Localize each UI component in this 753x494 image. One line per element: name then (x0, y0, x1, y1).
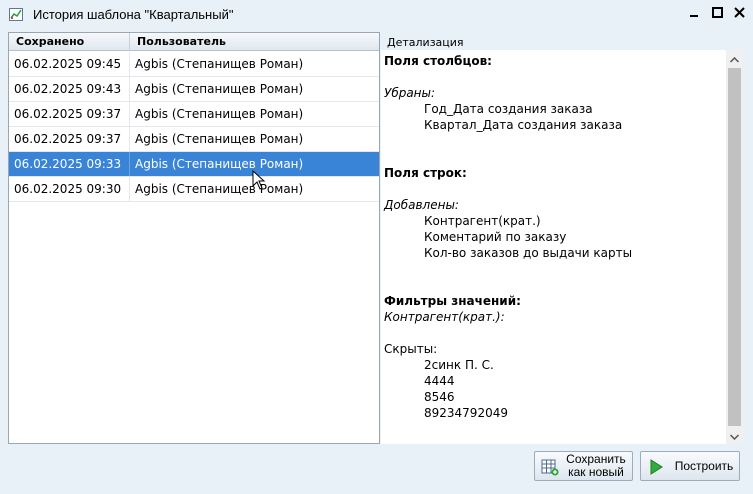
user-cell: Agbis (Степанищев Роман) (135, 107, 304, 121)
saved-cell: 06.02.2025 09:43 (9, 77, 130, 101)
saved-cell: 06.02.2025 09:33 (9, 152, 130, 176)
scroll-thumb[interactable] (728, 68, 741, 426)
grid-header: Сохранено Пользователь (9, 33, 379, 51)
table-row[interactable]: 06.02.2025 09:37 Agbis (Степанищев Роман) (9, 102, 379, 127)
history-grid[interactable]: Сохранено Пользователь 06.02.2025 09:45 A… (8, 32, 380, 444)
table-row[interactable]: 06.02.2025 09:33 Agbis (Степанищев Роман) (9, 152, 379, 177)
columns-heading: Поля столбцов: (384, 54, 492, 68)
hidden-label: Скрыты: (384, 342, 438, 356)
filters-heading: Фильтры значений: (384, 294, 521, 308)
filter-field: Контрагент(крат.): (384, 310, 505, 324)
chart-icon (9, 8, 23, 21)
added-item: Кол-во заказов до выдачи карты (424, 246, 633, 260)
removed-label: Убраны: (384, 86, 436, 100)
saved-cell: 06.02.2025 09:45 (9, 52, 130, 76)
table-row[interactable]: 06.02.2025 09:43 Agbis (Степанищев Роман) (9, 77, 379, 102)
saved-cell: 06.02.2025 09:30 (9, 177, 130, 201)
saved-cell: 06.02.2025 09:37 (9, 127, 130, 151)
chevron-up-icon (729, 52, 740, 66)
scroll-up-button[interactable] (726, 50, 743, 67)
window-title: История шаблона "Квартальный" (33, 7, 234, 22)
rows-heading: Поля строк: (384, 166, 467, 180)
user-cell: Agbis (Степанищев Роман) (135, 57, 304, 71)
removed-item: Год_Дата создания заказа (424, 102, 593, 116)
detail-scrollbar[interactable] (726, 50, 743, 444)
close-button[interactable] (731, 6, 747, 22)
chevron-down-icon (729, 429, 740, 443)
added-item: Контрагент(крат.) (424, 214, 541, 228)
minimize-button[interactable] (686, 6, 702, 22)
detail-content: Поля столбцов: Убраны: Год_Дата создания… (384, 53, 724, 421)
added-item: Коментарий по заказу (424, 230, 567, 244)
column-header-saved[interactable]: Сохранено (9, 33, 130, 51)
column-header-user[interactable]: Пользователь (130, 33, 379, 51)
user-cell: Agbis (Степанищев Роман) (135, 132, 304, 146)
hidden-item: 2синк П. С. (424, 358, 494, 372)
build-button[interactable]: Построить (640, 451, 740, 481)
table-row[interactable]: 06.02.2025 09:37 Agbis (Степанищев Роман) (9, 127, 379, 152)
close-icon (733, 7, 745, 21)
build-label: Построить (674, 458, 734, 473)
added-label: Добавлены: (384, 198, 459, 212)
user-cell: Agbis (Степанищев Роман) (135, 82, 304, 96)
saved-cell: 06.02.2025 09:37 (9, 102, 130, 126)
maximize-button[interactable] (709, 6, 725, 22)
table-add-icon (541, 458, 559, 476)
minimize-icon (689, 7, 699, 21)
detail-panel: Поля столбцов: Убраны: Год_Дата создания… (381, 50, 743, 444)
hidden-item: 8546 (424, 390, 455, 404)
title-bar: История шаблона "Квартальный" (0, 0, 753, 30)
save-as-new-button[interactable]: Сохранить как новый (534, 451, 633, 481)
hidden-item: 4444 (424, 374, 455, 388)
scroll-down-button[interactable] (726, 427, 743, 444)
mouse-cursor-icon (252, 169, 266, 190)
play-icon (647, 458, 665, 476)
table-row[interactable]: 06.02.2025 09:30 Agbis (Степанищев Роман) (9, 177, 379, 202)
table-row[interactable]: 06.02.2025 09:45 Agbis (Степанищев Роман) (9, 52, 379, 77)
removed-item: Квартал_Дата создания заказа (424, 118, 623, 132)
detail-label: Детализация (387, 36, 464, 49)
save-as-new-label: Сохранить как новый (566, 452, 626, 479)
hidden-item: 89234792049 (424, 406, 508, 420)
maximize-icon (711, 7, 723, 21)
